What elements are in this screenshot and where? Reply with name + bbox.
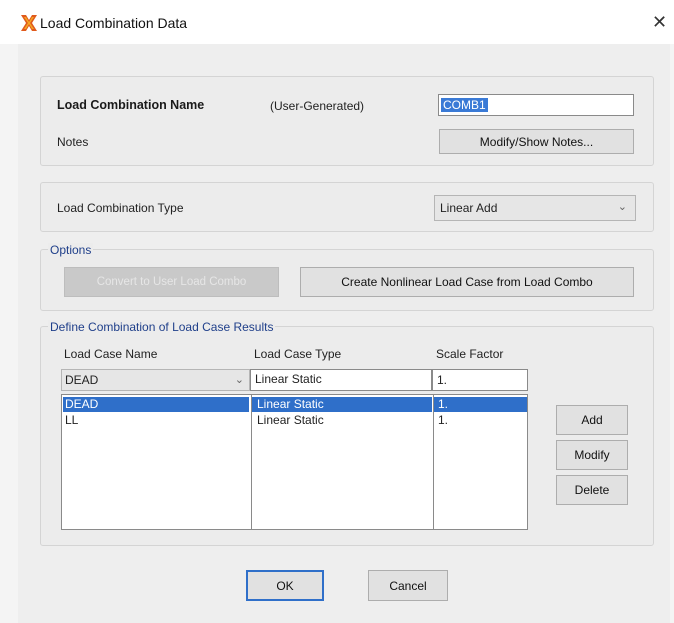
ok-button[interactable]: OK <box>246 570 324 601</box>
modify-button[interactable]: Modify <box>556 440 628 470</box>
convert-to-user-combo-button: Convert to User Load Combo <box>64 267 279 297</box>
combo-name-label: Load Combination Name <box>57 98 205 112</box>
chevron-down-icon: ⌄ <box>617 201 627 213</box>
close-icon[interactable]: ✕ <box>652 12 667 33</box>
row-2-name[interactable]: LL <box>63 413 249 428</box>
combo-name-input[interactable]: COMB1 <box>438 94 634 116</box>
app-logo-icon <box>20 14 38 32</box>
header-load-case-name: Load Case Name <box>64 347 158 361</box>
modify-notes-button[interactable]: Modify/Show Notes... <box>439 129 634 154</box>
chevron-down-icon: ⌄ <box>234 374 244 386</box>
load-case-list[interactable]: DEAD Linear Static 1. LL Linear Static 1… <box>61 394 528 530</box>
row-1-type[interactable]: Linear Static <box>252 397 432 412</box>
edit-load-case-name: DEAD <box>65 373 99 387</box>
options-legend: Options <box>48 243 94 257</box>
header-scale-factor: Scale Factor <box>436 347 504 361</box>
combo-type-label: Load Combination Type <box>57 201 184 215</box>
row-1-factor[interactable]: 1. <box>434 397 527 412</box>
combo-type-value: Linear Add <box>440 201 498 215</box>
row-1-name[interactable]: DEAD <box>63 397 249 412</box>
row-2-factor[interactable]: 1. <box>434 413 527 428</box>
window-title: Load Combination Data <box>40 15 188 31</box>
header-load-case-type: Load Case Type <box>254 347 342 361</box>
scale-factor-input[interactable]: 1. <box>432 369 528 391</box>
load-case-name-select[interactable]: DEAD ⌄ <box>61 369 250 391</box>
create-nonlinear-case-button[interactable]: Create Nonlinear Load Case from Load Com… <box>300 267 634 297</box>
notes-label: Notes <box>57 135 89 149</box>
combo-name-value: COMB1 <box>441 98 488 112</box>
add-button[interactable]: Add <box>556 405 628 435</box>
combo-type-select[interactable]: Linear Add ⌄ <box>434 195 636 221</box>
row-2-type[interactable]: Linear Static <box>252 413 432 428</box>
combo-name-source: (User-Generated) <box>270 99 365 113</box>
cancel-button[interactable]: Cancel <box>368 570 448 601</box>
define-combination-legend: Define Combination of Load Case Results <box>48 320 276 334</box>
edit-load-case-type: Linear Static <box>250 369 432 391</box>
delete-button[interactable]: Delete <box>556 475 628 505</box>
